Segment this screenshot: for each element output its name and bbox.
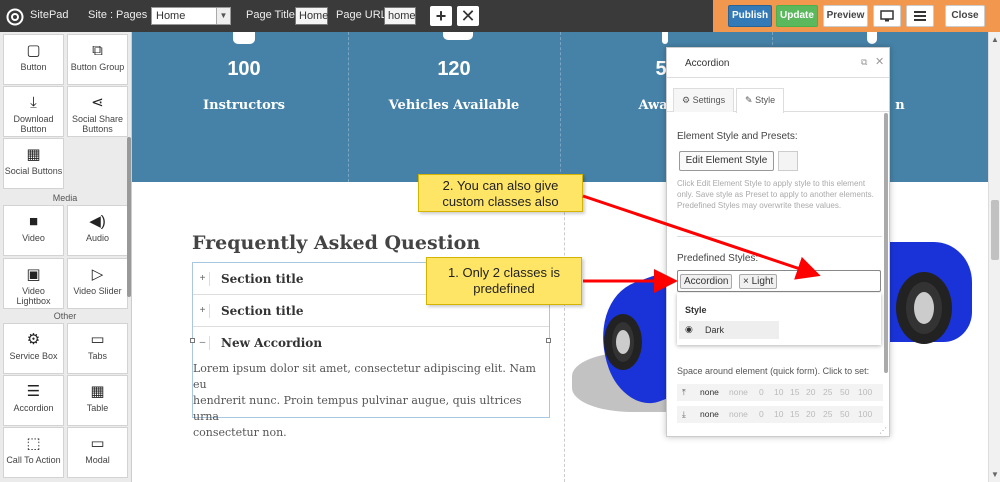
arrow-to-tag-input [582, 194, 821, 280]
annotation-arrows [582, 194, 821, 293]
scroll-up-icon[interactable]: ▲ [991, 35, 999, 44]
scroll-thumb[interactable] [991, 200, 999, 260]
scroll-down-icon[interactable]: ▼ [991, 470, 999, 479]
page-scrollbar[interactable]: ▲ ▼ [988, 32, 1000, 482]
